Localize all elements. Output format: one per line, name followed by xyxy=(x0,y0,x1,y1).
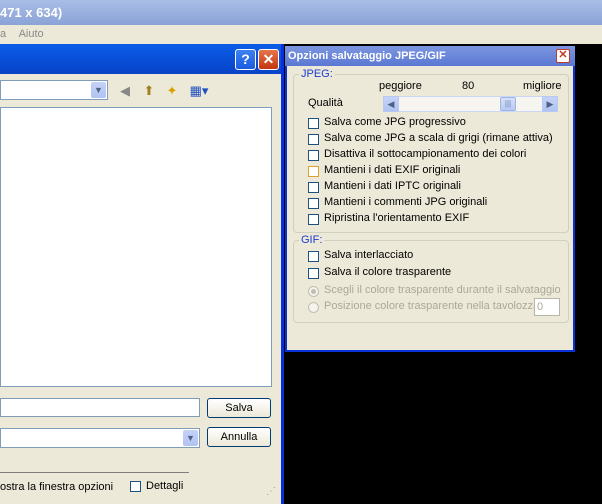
iptc-label[interactable]: Mantieni i dati IPTC originali xyxy=(324,180,461,192)
new-folder-icon[interactable]: ✦ xyxy=(163,82,181,99)
subsampling-checkbox[interactable] xyxy=(308,150,319,161)
background-menu-bar: a Aiuto xyxy=(0,25,602,44)
question-icon: ? xyxy=(241,51,250,67)
jpg-comments-checkbox[interactable] xyxy=(308,198,319,209)
jpg-comments-label[interactable]: Mantieni i commenti JPG originali xyxy=(324,196,487,208)
gif-group-label: GIF: xyxy=(299,234,325,246)
palette-position-label[interactable]: Posizione colore trasparente nella tavol… xyxy=(324,300,542,312)
quality-value: 80 xyxy=(462,80,475,92)
grayscale-checkbox[interactable] xyxy=(308,134,319,145)
quality-slider[interactable] xyxy=(383,96,558,112)
radio-dot-icon xyxy=(311,289,316,294)
view-menu-icon[interactable]: ▦▾ xyxy=(187,82,211,99)
file-list[interactable] xyxy=(0,107,272,387)
transparent-color-checkbox[interactable] xyxy=(308,268,319,279)
exif-orientation-checkbox[interactable] xyxy=(308,214,319,225)
back-icon[interactable]: ◀ xyxy=(116,82,134,99)
slider-right-icon[interactable]: ▶ xyxy=(542,96,558,112)
options-dialog-title: Opzioni salvataggio JPEG/GIF xyxy=(288,50,446,62)
quality-label: Qualità xyxy=(308,97,343,109)
menu-item-fragment[interactable]: a xyxy=(0,28,6,40)
jpeg-gif-options-dialog: JPEG: peggiore 80 migliore Qualità ◀ ▶ |… xyxy=(285,46,575,352)
help-button[interactable]: ? xyxy=(235,49,256,70)
show-options-link[interactable]: ostra la finestra opzioni xyxy=(0,481,113,493)
choose-on-save-label[interactable]: Scegli il colore trasparente durante il … xyxy=(324,284,561,296)
jpeg-group-label: JPEG: xyxy=(299,68,335,80)
resize-grip-icon[interactable]: ⋰ xyxy=(266,486,276,497)
background-window-title: 471 x 634) xyxy=(0,0,602,25)
close-icon: ✕ xyxy=(262,51,275,67)
palette-position-input[interactable]: 0 xyxy=(534,298,560,316)
better-label: migliore xyxy=(523,80,562,92)
exif-checkbox[interactable] xyxy=(308,166,319,177)
up-folder-icon[interactable]: ⬆ xyxy=(140,82,158,99)
interlaced-label[interactable]: Salva interlacciato xyxy=(324,249,413,261)
chevron-down-icon[interactable]: ▼ xyxy=(183,430,198,446)
grayscale-label[interactable]: Salva come JPG a scala di grigi (rimane … xyxy=(324,132,553,144)
options-close-button[interactable]: ✕ xyxy=(556,49,570,63)
options-dialog-title-bar: Opzioni salvataggio JPEG/GIF ✕ xyxy=(285,46,575,66)
subsampling-label[interactable]: Disattiva il sottocampionamento dei colo… xyxy=(324,148,526,160)
interlaced-checkbox[interactable] xyxy=(308,251,319,262)
chevron-down-icon[interactable]: ▼ xyxy=(91,82,106,98)
background-title-text: 471 x 634) xyxy=(0,5,63,20)
save-dialog: ? ✕ ▼ ◀ ⬆ ✦ ▦▾ Salva ▼ Annulla ostra la … xyxy=(0,44,284,504)
cancel-button[interactable]: Annulla xyxy=(207,427,271,447)
palette-position-radio[interactable] xyxy=(308,302,319,313)
details-label[interactable]: Dettagli xyxy=(146,480,183,492)
filetype-combo[interactable]: ▼ xyxy=(0,428,200,448)
progressive-label[interactable]: Salva come JPG progressivo xyxy=(324,116,466,128)
exif-orientation-label[interactable]: Ripristina l'orientamento EXIF xyxy=(324,212,469,224)
close-button[interactable]: ✕ xyxy=(258,49,279,70)
progressive-checkbox[interactable] xyxy=(308,118,319,129)
save-button[interactable]: Salva xyxy=(207,398,271,418)
exif-label[interactable]: Mantieni i dati EXIF originali xyxy=(324,164,460,176)
iptc-checkbox[interactable] xyxy=(308,182,319,193)
choose-on-save-radio[interactable] xyxy=(308,286,319,297)
close-icon: ✕ xyxy=(558,49,568,61)
slider-thumb[interactable]: ||| xyxy=(500,97,516,111)
filename-input[interactable] xyxy=(0,398,200,417)
transparent-color-label[interactable]: Salva il colore trasparente xyxy=(324,266,451,278)
details-checkbox[interactable] xyxy=(130,481,141,492)
separator xyxy=(0,472,189,473)
save-in-combo[interactable]: ▼ xyxy=(0,80,108,100)
slider-left-icon[interactable]: ◀ xyxy=(383,96,399,112)
worse-label: peggiore xyxy=(379,80,422,92)
menu-item-aiuto[interactable]: Aiuto xyxy=(19,28,44,40)
